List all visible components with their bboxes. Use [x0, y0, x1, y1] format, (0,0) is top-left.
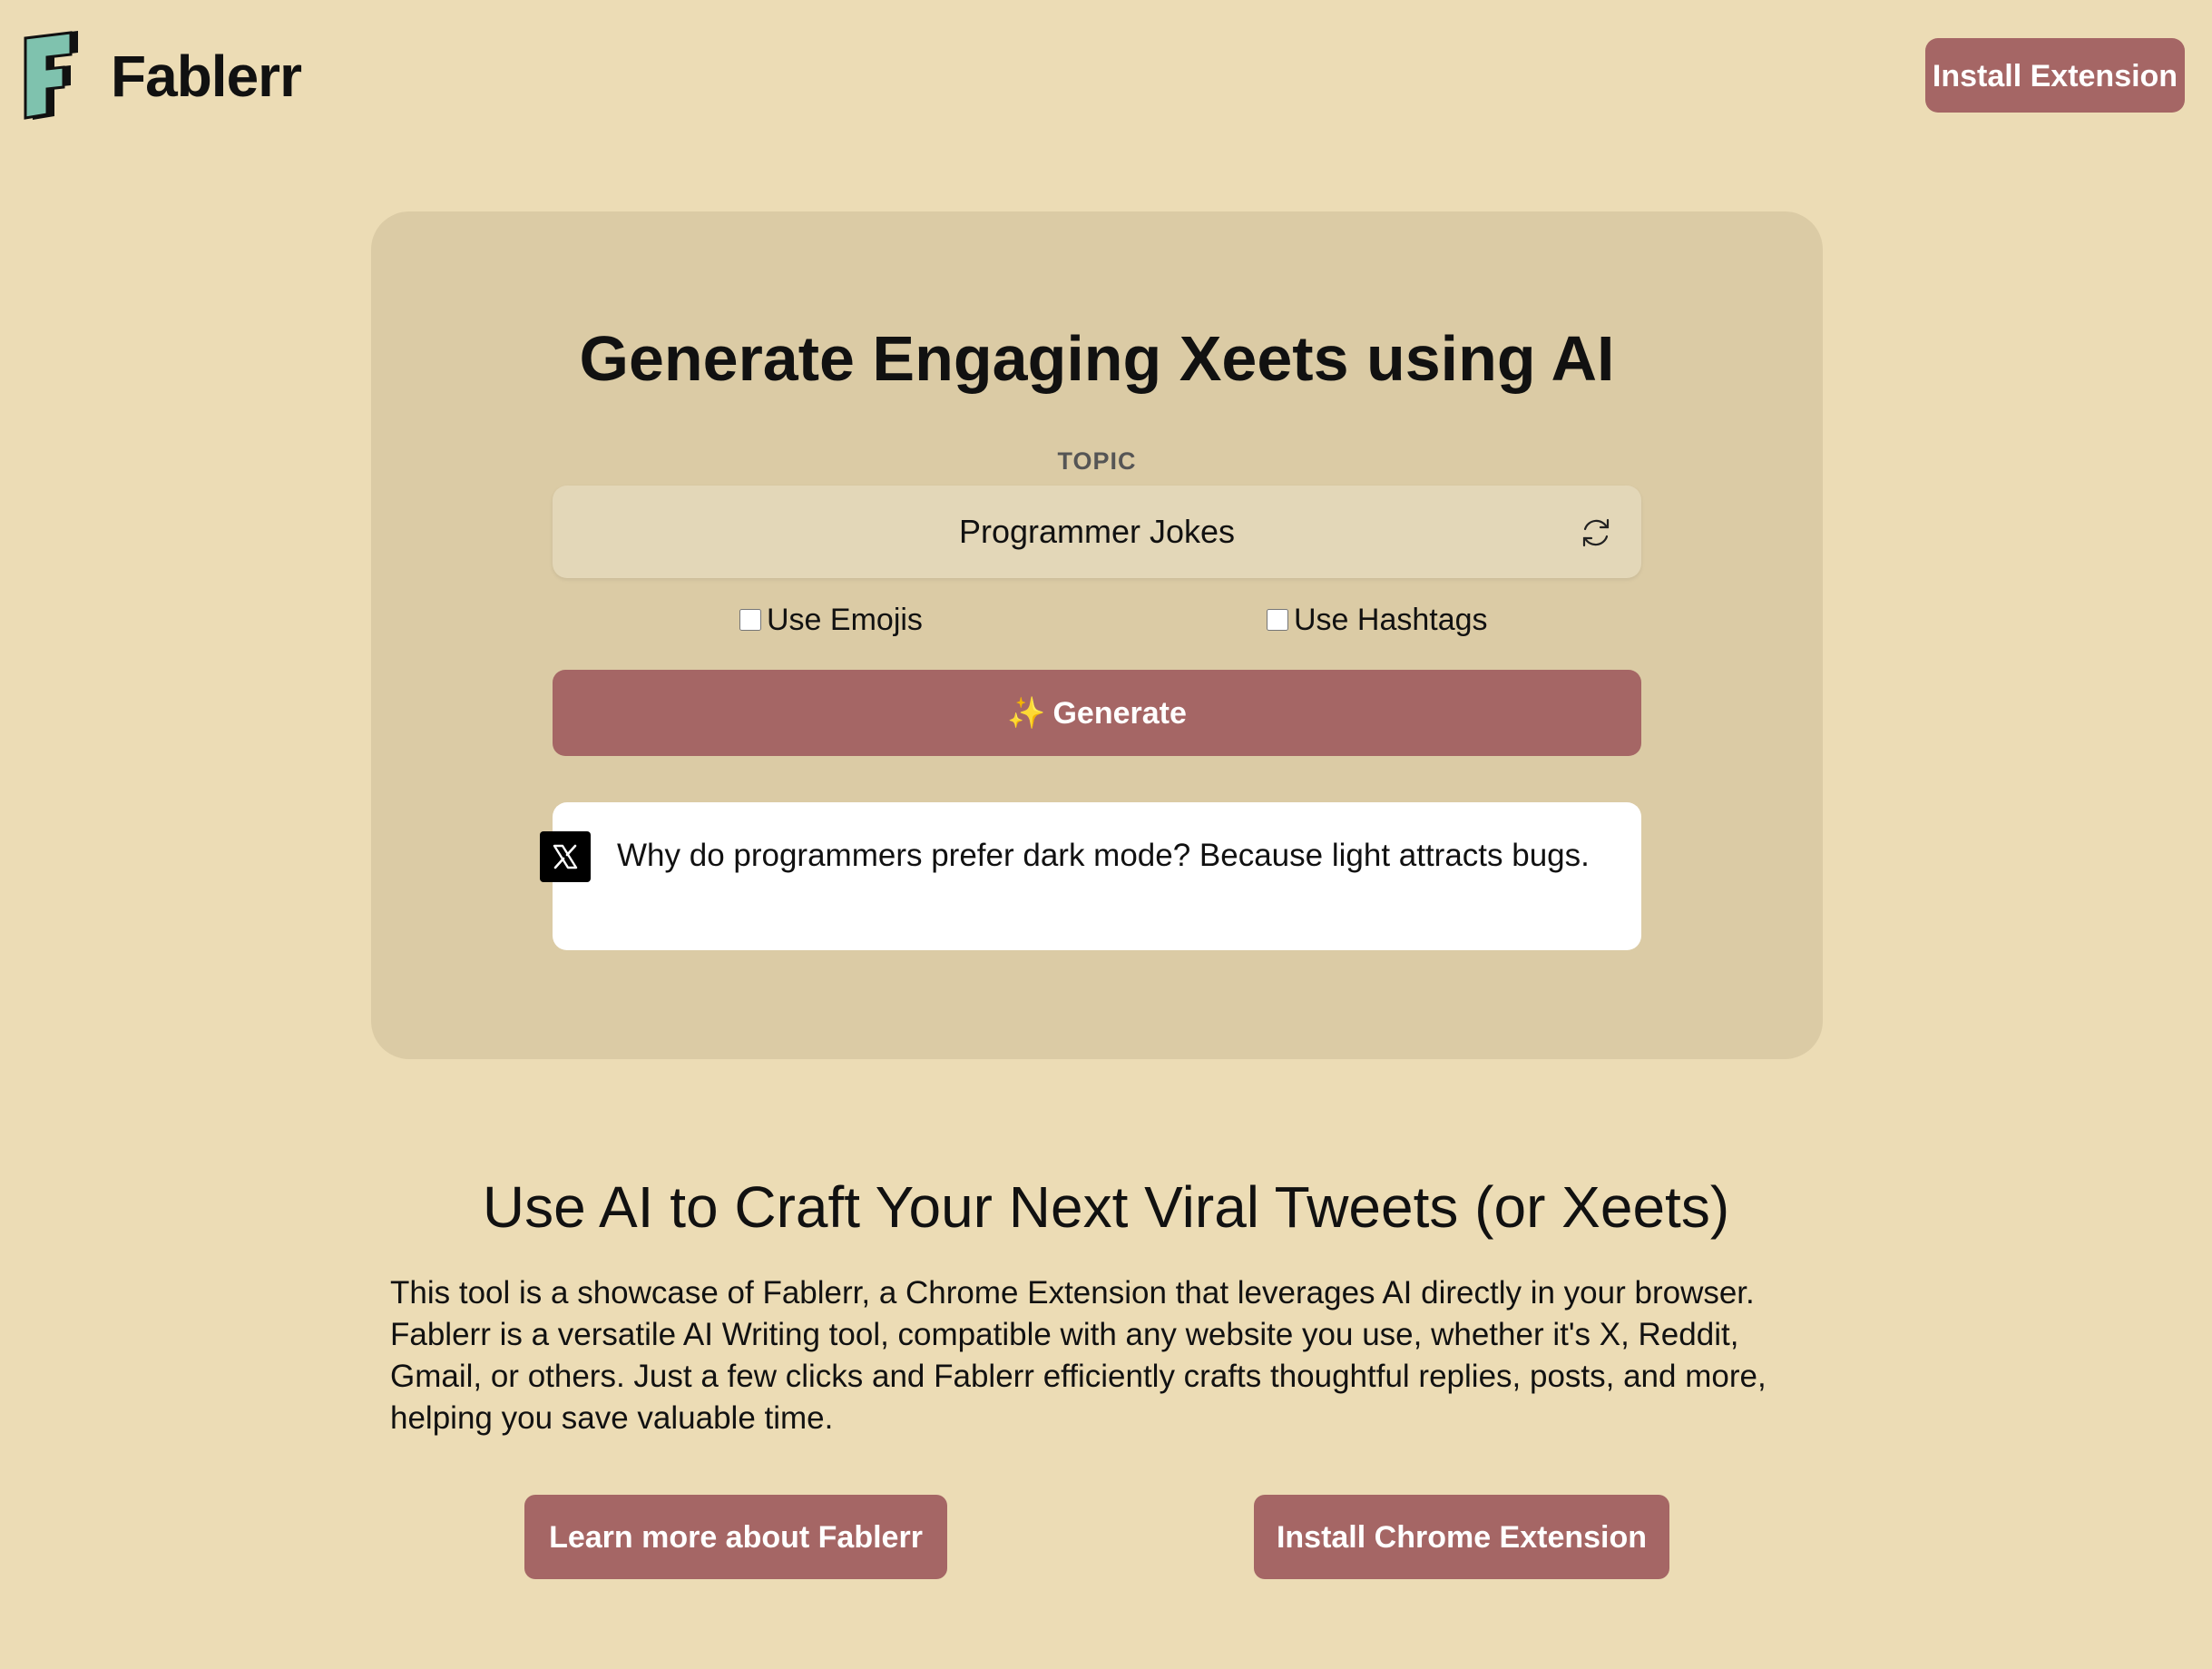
sparkle-icon: ✨ — [1007, 696, 1046, 731]
learn-more-button[interactable]: Learn more about Fablerr — [524, 1495, 947, 1579]
use-hashtags-checkbox[interactable] — [1267, 609, 1288, 631]
topic-input[interactable] — [553, 486, 1641, 578]
brand-name[interactable]: Fablerr — [111, 40, 302, 113]
install-chrome-extension-button[interactable]: Install Chrome Extension — [1254, 1495, 1669, 1579]
topic-field — [553, 486, 1641, 578]
about-body: This tool is a showcase of Fablerr, a Ch… — [390, 1275, 1767, 1436]
x-logo-icon[interactable] — [540, 831, 591, 882]
generate-label: Generate — [1052, 696, 1187, 731]
use-emojis-option[interactable]: Use Emojis — [739, 600, 923, 640]
use-hashtags-option[interactable]: Use Hashtags — [1267, 600, 1488, 640]
refresh-icon[interactable] — [1578, 515, 1614, 551]
generated-xeet: Why do programmers prefer dark mode? Bec… — [540, 802, 1641, 950]
fablerr-logo-icon[interactable] — [24, 31, 83, 122]
generator-card: Generate Engaging Xeets using AI TOPIC U… — [371, 211, 1823, 1059]
generator-title: Generate Engaging Xeets using AI — [579, 323, 1615, 394]
use-emojis-label: Use Emojis — [767, 602, 923, 637]
topic-label: TOPIC — [1057, 447, 1137, 475]
use-hashtags-label: Use Hashtags — [1294, 602, 1488, 637]
site-header: Fablerr Install Extension — [0, 0, 2212, 145]
generated-xeet-text: Why do programmers prefer dark mode? Bec… — [617, 838, 1590, 873]
generate-button[interactable]: ✨ Generate — [553, 670, 1641, 756]
install-extension-button[interactable]: Install Extension — [1925, 38, 2185, 113]
use-emojis-checkbox[interactable] — [739, 609, 761, 631]
about-title: Use AI to Craft Your Next Viral Tweets (… — [482, 1174, 1730, 1240]
